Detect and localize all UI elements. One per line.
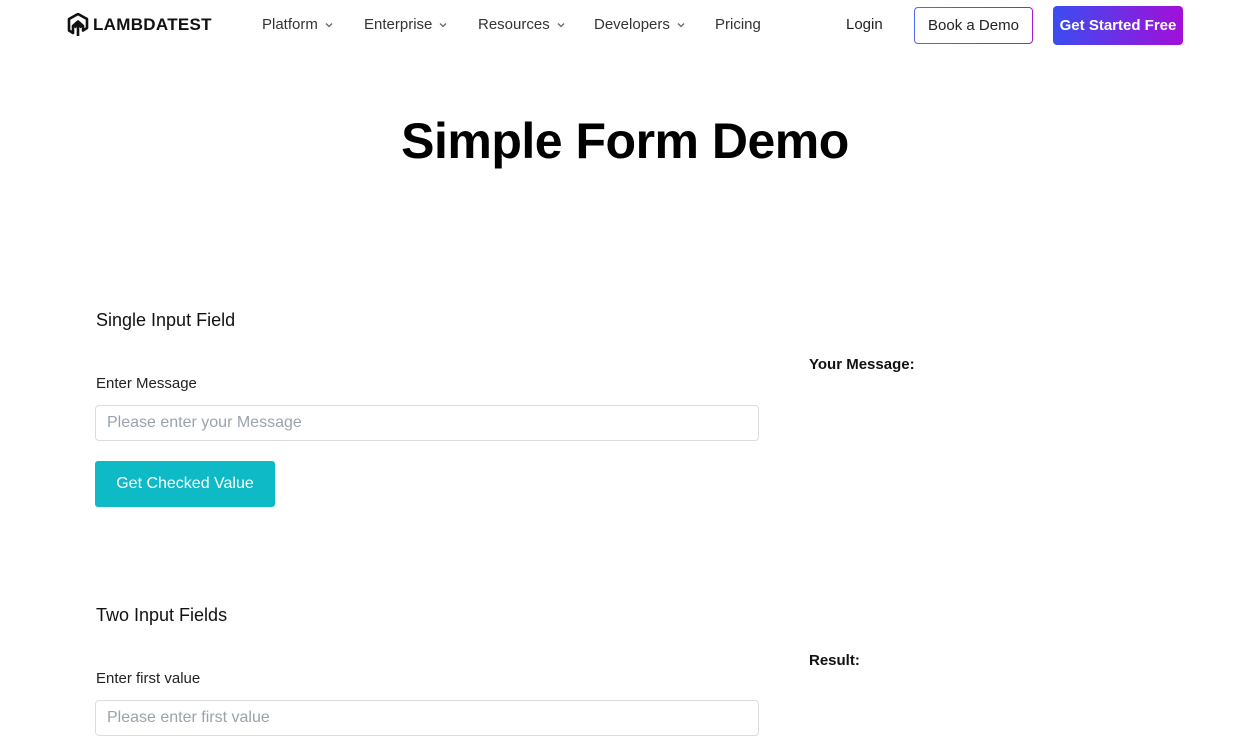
result-label: Result: [809, 652, 860, 669]
logo-text: LAMBDATEST [93, 15, 212, 34]
get-started-free-button[interactable]: Get Started Free [1053, 6, 1183, 45]
chevron-down-icon [439, 22, 447, 27]
two-inputs-section-title: Two Input Fields [96, 605, 228, 625]
nav-pricing-label: Pricing [715, 16, 761, 33]
site-header: LAMBDATEST Platform Enterprise Resources… [0, 0, 1250, 50]
login-link[interactable]: Login [846, 16, 883, 33]
single-input-section-title: Single Input Field [96, 310, 236, 330]
nav-resources-label: Resources [478, 16, 550, 33]
first-value-label: Enter first value [96, 670, 201, 687]
nav-developers-label: Developers [594, 16, 670, 33]
nav-platform-label: Platform [262, 16, 318, 33]
nav-resources[interactable]: Resources [478, 16, 565, 33]
nav-enterprise-label: Enterprise [364, 16, 433, 33]
enter-message-label: Enter Message [96, 375, 197, 392]
first-value-input[interactable] [95, 700, 759, 736]
message-input[interactable] [95, 405, 759, 441]
nav-developers[interactable]: Developers [594, 16, 685, 33]
chevron-down-icon [677, 22, 685, 27]
nav-pricing[interactable]: Pricing [715, 16, 761, 33]
lambdatest-logo[interactable]: LAMBDATEST [67, 13, 212, 37]
get-checked-value-button[interactable]: Get Checked Value [95, 461, 275, 507]
chevron-down-icon [325, 22, 333, 27]
nav-platform[interactable]: Platform [262, 16, 333, 33]
page-title: Simple Form Demo [401, 113, 849, 169]
chevron-down-icon [557, 22, 565, 27]
lambdatest-logo-icon [67, 13, 89, 36]
nav-enterprise[interactable]: Enterprise [364, 16, 447, 33]
your-message-label: Your Message: [809, 356, 915, 373]
book-demo-button[interactable]: Book a Demo [914, 7, 1033, 44]
